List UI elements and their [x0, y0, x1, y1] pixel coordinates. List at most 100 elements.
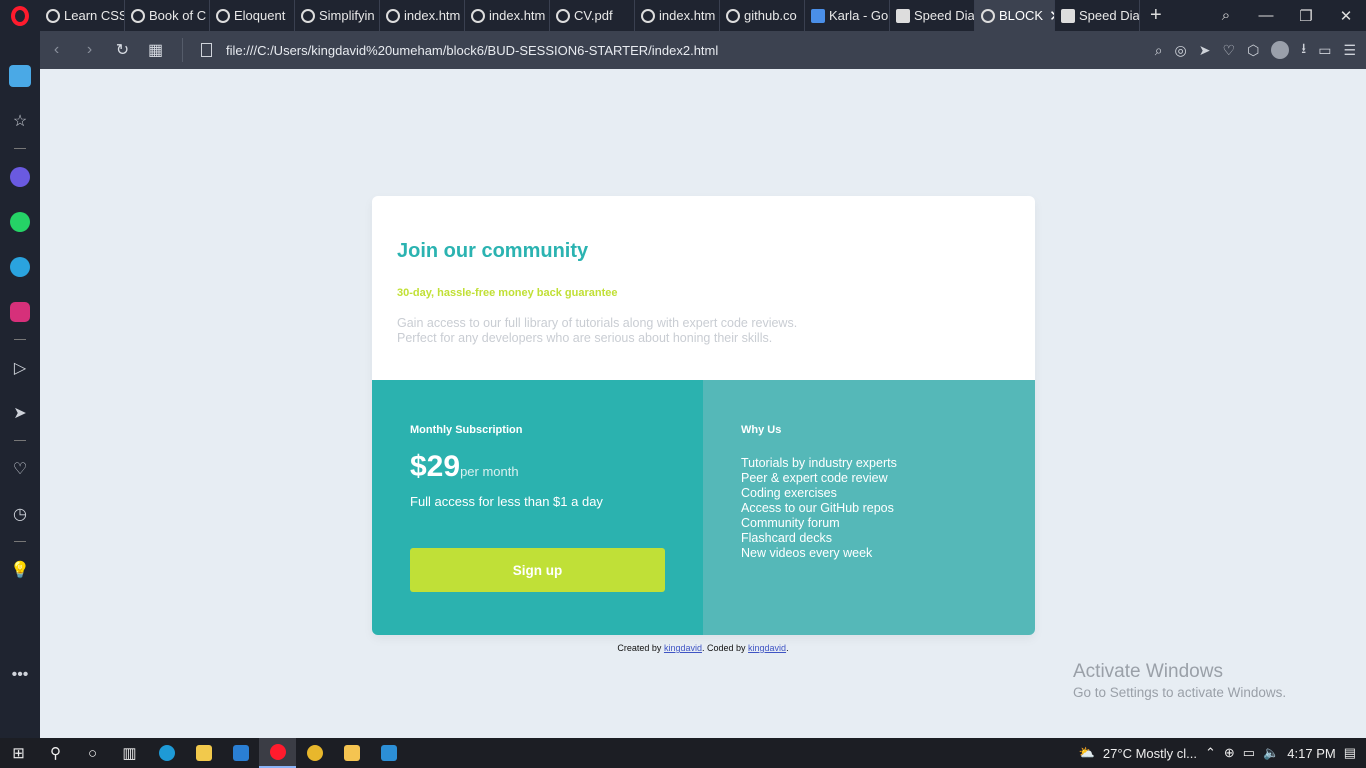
list-item: Flashcard decks [741, 531, 833, 545]
search-page-icon[interactable]: ⌕ [1155, 42, 1163, 59]
downloads-icon[interactable]: ⭳ [1301, 38, 1306, 62]
tab-book-of-c[interactable]: Book of C [125, 0, 210, 31]
tab-cv-pdf[interactable]: CV.pdf [550, 0, 635, 31]
new-tab-button[interactable]: + [1140, 4, 1172, 27]
minimize-button[interactable]: — [1246, 7, 1286, 24]
subscription-panel: Monthly Subscription $29 per month Full … [372, 380, 703, 635]
pricing-card: Join our community 30-day, hassle-free m… [372, 196, 1035, 635]
tab-eloquent[interactable]: Eloquent [210, 0, 295, 31]
task-view-button[interactable]: ▥ [111, 738, 148, 768]
edge-app[interactable] [148, 738, 185, 768]
tab-index-2[interactable]: index.htm [465, 0, 550, 31]
profile-avatar[interactable] [1271, 41, 1290, 59]
divider [14, 541, 26, 542]
store-app[interactable] [333, 738, 370, 768]
card-title: Join our community [397, 240, 589, 262]
address-bar: ‹ › ↻ ▦ file:///C:/Users/kingdavid%20ume… [40, 31, 1366, 69]
sidebar-player[interactable]: ▷ [0, 345, 40, 390]
snapshot-icon[interactable]: ◎ [1175, 42, 1187, 59]
list-item: Access to our GitHub repos [741, 501, 894, 515]
sign-up-button[interactable]: Sign up [410, 548, 665, 592]
clock-icon: ◷ [13, 505, 27, 523]
restore-button[interactable]: ❐ [1286, 7, 1326, 25]
weather-text[interactable]: 27°C Mostly cl... [1103, 746, 1197, 761]
subscription-heading: Monthly Subscription [410, 424, 523, 436]
clock-time[interactable]: 4:17 PM [1287, 746, 1335, 761]
instagram-icon [10, 301, 30, 322]
globe-icon [131, 8, 145, 23]
tab-block-active[interactable]: BLOCK✕ [975, 0, 1055, 31]
mail-app[interactable] [222, 738, 259, 768]
sidebar-whatsapp[interactable] [0, 199, 40, 244]
extensions-cube-icon[interactable]: ⬡ [1247, 42, 1259, 59]
created-by-link[interactable]: kingdavid [664, 643, 702, 653]
start-button[interactable]: ⊞ [0, 738, 37, 768]
chrome-app[interactable] [296, 738, 333, 768]
network-icon[interactable]: ⊕ [1224, 745, 1235, 761]
tab-simplifying[interactable]: Simplifyin [295, 0, 380, 31]
tab-list: Learn CSS Book of C Eloquent Simplifyin … [40, 0, 1172, 31]
tab-speed-dial-2[interactable]: Speed Dia [1055, 0, 1140, 31]
close-window-button[interactable]: ✕ [1326, 7, 1366, 25]
tab-github[interactable]: github.co [720, 0, 805, 31]
sidebar-speed-dial[interactable]: ☆ [0, 98, 40, 143]
notifications-icon[interactable]: ▤ [1344, 745, 1356, 761]
why-us-list: Tutorials by industry experts Peer & exp… [741, 456, 997, 561]
divider [14, 440, 26, 441]
send-icon[interactable]: ➤ [1199, 42, 1211, 59]
sidebar-features[interactable]: 💡 [0, 547, 40, 592]
watermark-subtitle: Go to Settings to activate Windows. [1073, 685, 1287, 700]
battery-icon[interactable]: ▭ [1243, 745, 1255, 761]
sidebar-more[interactable]: ••• [0, 652, 40, 697]
globe-icon [386, 8, 400, 23]
why-us-panel: Why Us Tutorials by industry experts Pee… [703, 380, 1035, 635]
back-button[interactable]: ‹ [40, 41, 73, 59]
opera-menu-icon[interactable] [0, 0, 40, 31]
list-item: Peer & expert code review [741, 471, 888, 485]
store-icon [343, 745, 360, 761]
github-icon [726, 8, 740, 23]
tab-index-1[interactable]: index.htm [380, 0, 465, 31]
bookmark-heart-icon[interactable]: ♡ [1223, 42, 1236, 59]
list-item: New videos every week [741, 546, 873, 560]
search-button[interactable]: ⚲ [37, 738, 74, 768]
sidebar-history[interactable]: ◷ [0, 491, 40, 536]
file-explorer-app[interactable] [185, 738, 222, 768]
vscode-app[interactable] [370, 738, 407, 768]
globe-icon [981, 8, 995, 23]
volume-icon[interactable]: 🔈 [1263, 745, 1279, 761]
tab-index-3[interactable]: index.htm [635, 0, 720, 31]
opera-app[interactable] [259, 738, 296, 768]
tab-learn-css[interactable]: Learn CSS [40, 0, 125, 31]
attribution-created-text: Created by [617, 643, 662, 653]
weather-icon[interactable]: ⛅ [1079, 745, 1095, 761]
url-field[interactable]: file:///C:/Users/kingdavid%20umeham/bloc… [226, 43, 718, 58]
sidebar-instagram[interactable] [0, 289, 40, 334]
cortana-button[interactable]: ○ [74, 738, 111, 768]
address-bar-actions: ⌕ ◎ ➤ ♡ ⬡ ⭳ ▭ ☰ [1155, 31, 1356, 69]
sidebar-messenger[interactable] [0, 154, 40, 199]
edge-icon [158, 745, 175, 761]
list-item: Tutorials by industry experts [741, 456, 897, 470]
easy-setup-icon[interactable]: ☰ [1343, 42, 1356, 59]
sidebar-bookmarks[interactable]: ♡ [0, 446, 40, 491]
file-icon [201, 43, 212, 57]
tab-karla-font[interactable]: Karla - Go [805, 0, 890, 31]
guarantee-subtitle: 30-day, hassle-free money back guarantee [397, 287, 618, 299]
battery-saver-icon[interactable]: ▭ [1318, 42, 1331, 59]
forward-button[interactable]: › [73, 41, 106, 59]
sidebar-home[interactable] [0, 53, 40, 98]
coded-by-link[interactable]: kingdavid [748, 643, 786, 653]
player-icon: ▷ [13, 359, 27, 377]
attribution-coded-text: . Coded by [701, 643, 746, 653]
opera-icon [269, 744, 286, 760]
sidebar-telegram[interactable] [0, 244, 40, 289]
sidebar-my-flow[interactable]: ➤ [0, 390, 40, 435]
search-tabs-icon[interactable]: ⌕ [1206, 7, 1246, 24]
chevron-up-icon[interactable]: ⌃ [1205, 745, 1216, 761]
reload-button[interactable]: ↻ [106, 40, 139, 60]
tabs-overview-icon[interactable]: ▦ [139, 40, 172, 60]
more-dots-icon: ••• [11, 665, 29, 683]
globe-icon [216, 8, 230, 23]
tab-speed-dial-1[interactable]: Speed Dia [890, 0, 975, 31]
